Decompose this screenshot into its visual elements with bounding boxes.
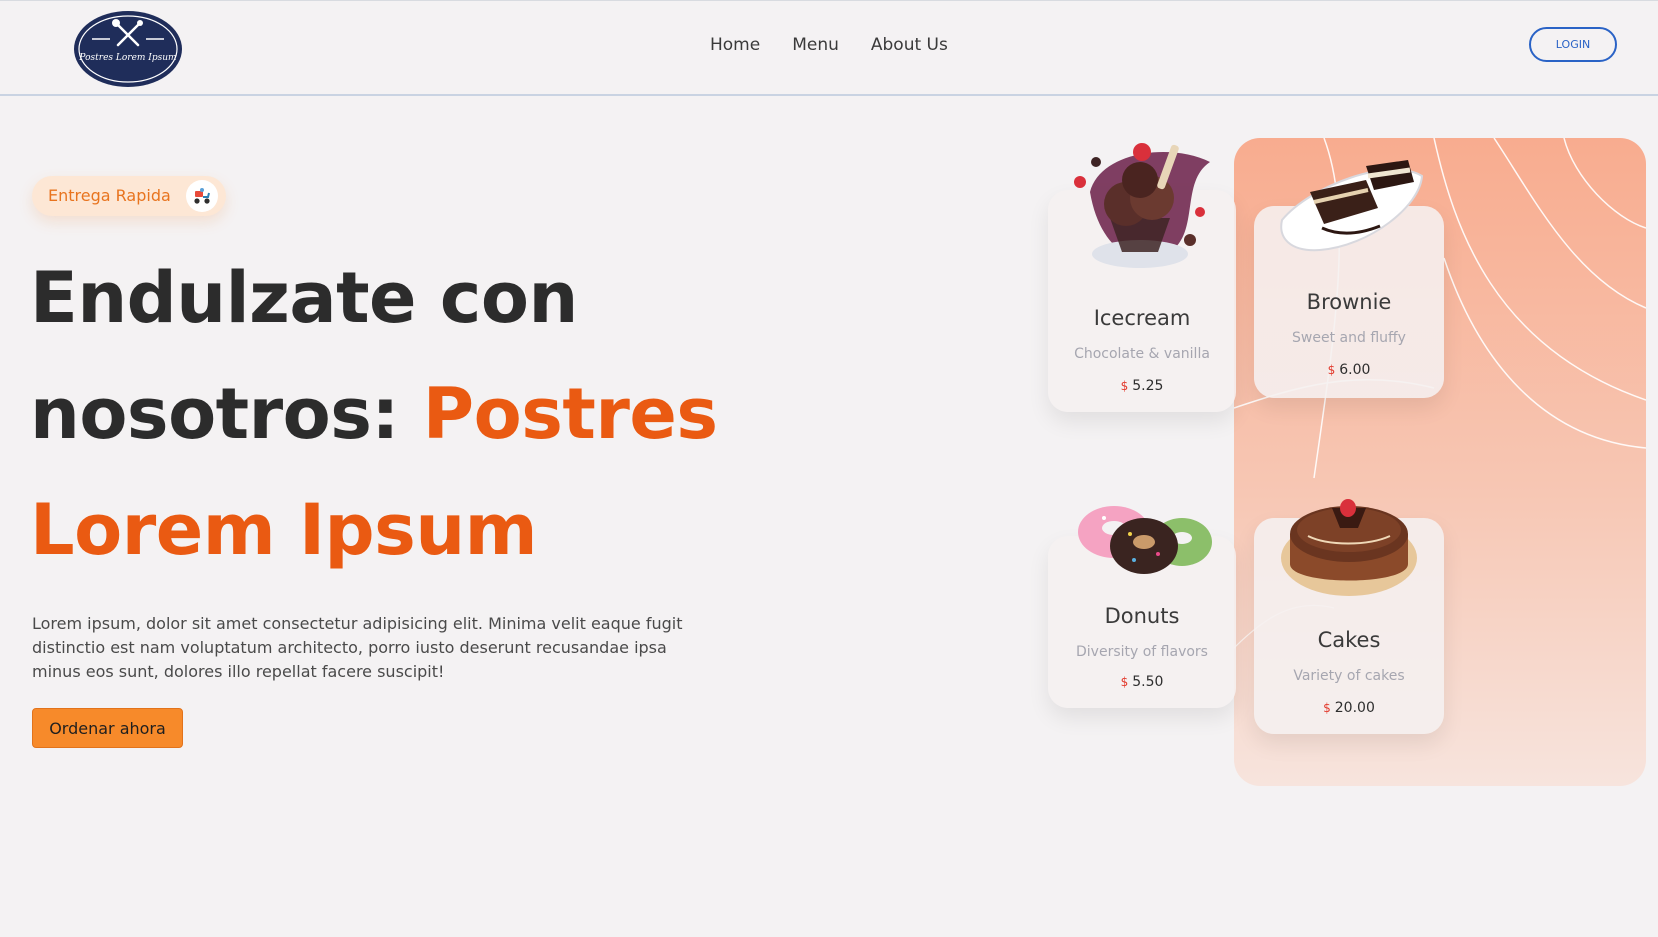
nav-menu-link[interactable]: Menu [792,35,839,55]
product-name: Donuts [1104,604,1180,628]
product-price: $5.50 [1048,674,1236,690]
cake-image [1278,484,1420,602]
fast-delivery-badge: Entrega Rapida [32,176,226,216]
product-subtitle: Diversity of flavors [1076,644,1208,660]
delivery-scooter-icon [186,180,218,212]
currency-symbol: $ [1323,701,1331,715]
product-subtitle: Variety of cakes [1293,668,1405,684]
product-price: $5.25 [1048,378,1236,394]
main-nav: Home Menu About Us [710,35,948,55]
product-price: $20.00 [1254,700,1444,716]
currency-symbol: $ [1120,379,1129,393]
price-value: 5.50 [1132,674,1164,690]
order-now-button[interactable]: Ordenar ahora [32,708,183,748]
top-navbar: Postres Lorem Ipsum Home Menu About Us L… [0,0,1658,96]
product-name: Brownie [1306,290,1392,314]
headline-line-2-prefix: nosotros: [30,373,423,455]
hero-headline: Endulzate con nosotros: Postres Lorem Ip… [30,240,750,588]
price-value: 20.00 [1334,700,1375,716]
currency-symbol: $ [1120,675,1129,689]
product-name: Cakes [1317,628,1381,652]
product-subtitle: Chocolate & vanilla [1074,346,1210,362]
headline-line-2-accent: Postres [422,373,718,455]
logo-text: Postres Lorem Ipsum [78,53,176,63]
brand-logo[interactable]: Postres Lorem Ipsum [72,9,184,89]
nav-home-link[interactable]: Home [710,35,760,55]
nav-about-us-link[interactable]: About Us [871,35,948,55]
product-price: $6.00 [1254,362,1444,378]
hero-description: Lorem ipsum, dolor sit amet consectetur … [32,614,683,681]
login-button[interactable]: LOGIN [1529,27,1617,62]
donuts-image [1074,484,1214,584]
product-name: Icecream [1093,306,1191,330]
headline-line-3-accent: Lorem Ipsum [30,489,538,571]
icecream-image [1060,122,1226,288]
price-value: 6.00 [1339,362,1371,378]
price-value: 5.25 [1132,378,1164,394]
currency-symbol: $ [1327,363,1336,377]
product-subtitle: Sweet and fluffy [1292,330,1406,346]
headline-line-1: Endulzate con [30,257,578,339]
brownie-image [1270,146,1430,258]
badge-label: Entrega Rapida [48,186,171,205]
